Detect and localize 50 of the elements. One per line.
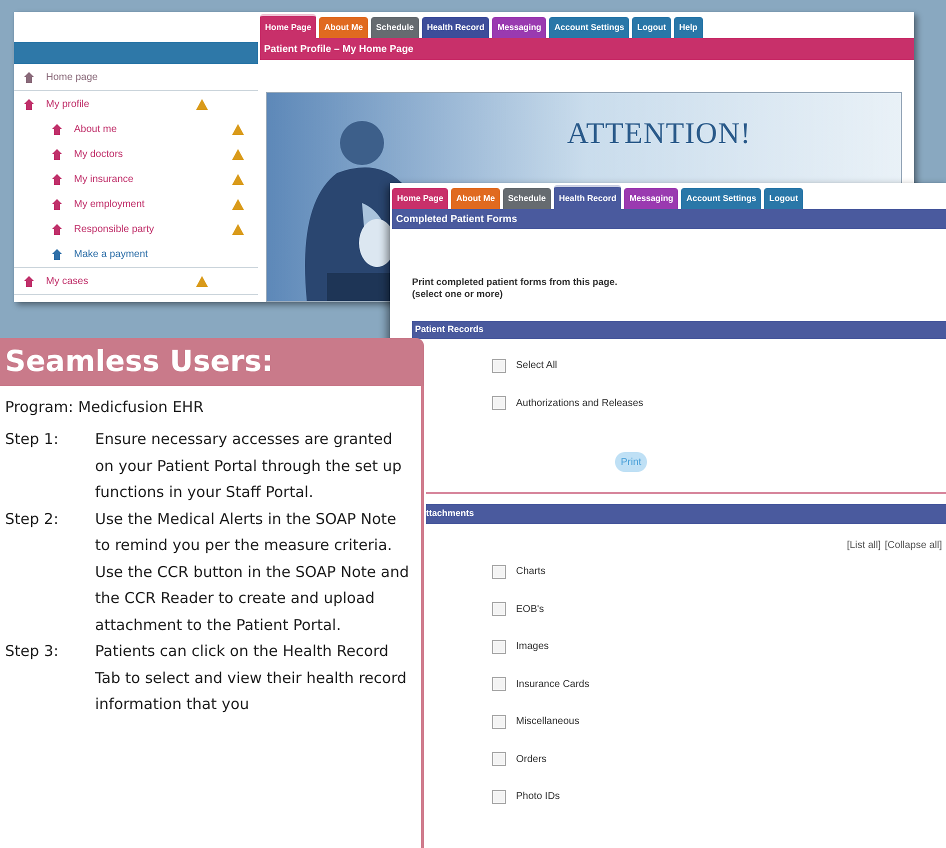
sidebar-item[interactable]: My cases (14, 268, 258, 294)
nav-tab[interactable]: Schedule (371, 17, 419, 38)
nav-tab[interactable]: Home Page (260, 14, 316, 38)
nav-tab[interactable]: About Me (451, 188, 500, 209)
checkbox-label: Select All (516, 359, 558, 374)
nav-tab[interactable]: Messaging (624, 188, 678, 209)
checkbox-label: Photo IDs (516, 790, 560, 804)
checkbox-label: Authorizations and Releases (516, 396, 644, 411)
section-title: Patient Records (415, 323, 484, 336)
step-text: Patients can click on the Health Record Tab to select and view their health record information that you (95, 641, 408, 715)
sidebar-subitem[interactable]: My doctors (14, 142, 258, 167)
sidebar-subitem[interactable]: About me (14, 117, 258, 142)
step-label: Step 3: (5, 641, 60, 662)
checkbox-label: Insurance Cards (516, 678, 590, 692)
nav-tab[interactable]: Account Settings (549, 17, 630, 38)
section-title: ttachments (426, 507, 474, 520)
checkbox-label: EOB's (516, 602, 544, 617)
nav-tab[interactable]: Schedule (503, 188, 551, 209)
sidebar-subitem[interactable]: My employment (14, 192, 258, 217)
nav-tab[interactable]: Health Record (554, 185, 622, 209)
nav-tab[interactable]: Logout (632, 17, 672, 38)
panel-title: Seamless Users: (5, 343, 274, 380)
checkbox-label: Charts (516, 565, 546, 580)
nav-tab[interactable]: Help (674, 17, 702, 38)
nav-tab[interactable]: Account Settings (681, 188, 762, 209)
sidebar-item[interactable]: Home page (14, 64, 258, 90)
window-title: Completed Patient Forms (396, 212, 518, 226)
checkbox-label: Orders (516, 752, 547, 767)
sidebar-subitem[interactable]: Responsible party (14, 217, 258, 242)
step-text: Ensure necessary accesses are granted on your Patient Portal through the set up functions in your Staff Portal. (95, 429, 403, 503)
step-label: Step 1: (5, 429, 60, 450)
checkbox-label: Images (516, 640, 549, 654)
step-label: Step 2: (5, 508, 60, 530)
list-link[interactable]: [Collapse all] (884, 538, 942, 553)
instruction-text: (select one or more) (412, 289, 504, 301)
list-link[interactable]: [List all] (846, 538, 881, 553)
program-text: Program: Medicfusion EHR (5, 397, 205, 418)
step-text: Use the Medical Alerts in the SOAP Note to remind you per the measure criteria. Use the CCR button in the SOAP Note and the CCR Reader to create and upload attachment to the Patient Portal. (95, 508, 410, 636)
sidebar-item[interactable]: My profile (14, 91, 258, 117)
page-title: Patient Profile – My Home Page (264, 42, 414, 56)
nav-tab[interactable]: Messaging (492, 17, 546, 38)
nav-tab[interactable]: Logout (764, 188, 804, 209)
sidebar-subitem[interactable]: My insurance (14, 167, 258, 192)
instruction-text: Print completed patient forms from this page. (412, 277, 618, 289)
attention-heading: ATTENTION! (567, 116, 752, 152)
checkbox-label: Miscellaneous (516, 715, 580, 730)
nav-tab[interactable]: Home Page (392, 188, 448, 209)
nav-tab[interactable]: About Me (319, 17, 368, 38)
nav-tab[interactable]: Health Record (422, 17, 490, 38)
sidebar-subitem[interactable]: Make a payment (14, 242, 258, 267)
